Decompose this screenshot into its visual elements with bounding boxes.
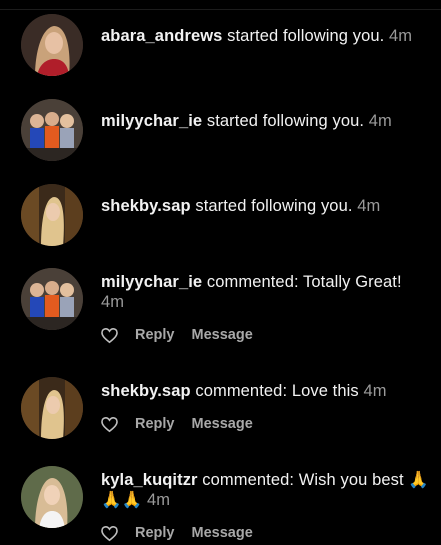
timestamp: 4m (363, 382, 387, 400)
notification-message: started following you. (227, 27, 385, 45)
reply-button[interactable]: Reply (135, 525, 175, 541)
comment-actions: Reply Message (100, 414, 270, 434)
avatar[interactable] (21, 184, 83, 246)
username-link[interactable]: shekby.sap (101, 197, 191, 215)
heart-icon[interactable] (100, 524, 119, 543)
top-divider (0, 9, 441, 10)
username-link[interactable]: milyychar_ie (101, 273, 202, 291)
username-link[interactable]: kyla_kuqitzr (101, 471, 198, 489)
username-link[interactable]: shekby.sap (101, 382, 191, 400)
avatar[interactable] (21, 99, 83, 161)
notification-message: started following you. (206, 112, 365, 130)
timestamp: 4m (389, 27, 413, 45)
comment-actions: Reply Message (100, 523, 270, 543)
timestamp: 4m (146, 491, 171, 509)
username-link[interactable]: milyychar_ie (101, 112, 202, 130)
notification-text: milyychar_ie started following you. 4m (101, 111, 429, 131)
notification-message: commented: Totally Great! (206, 273, 402, 291)
avatar[interactable] (21, 377, 83, 439)
reply-button[interactable]: Reply (135, 416, 175, 432)
message-button[interactable]: Message (192, 525, 253, 541)
notification-message: started following you. (195, 197, 353, 215)
notification-message: commented: Love this (195, 382, 359, 400)
heart-icon[interactable] (100, 415, 119, 434)
message-button[interactable]: Message (192, 416, 253, 432)
notification-text: shekby.sap started following you. 4m (101, 196, 429, 216)
avatar[interactable] (21, 268, 83, 330)
heart-icon[interactable] (100, 326, 119, 345)
reply-button[interactable]: Reply (135, 327, 175, 343)
avatar[interactable] (21, 14, 83, 76)
timestamp: 4m (368, 112, 392, 130)
timestamp: 4m (101, 293, 125, 311)
avatar[interactable] (21, 466, 83, 528)
comment-actions: Reply Message (100, 325, 270, 345)
username-link[interactable]: abara_andrews (101, 27, 222, 45)
message-button[interactable]: Message (192, 327, 253, 343)
notification-text: kyla_kuqitzr commented: Wish you best 🙏🙏… (101, 470, 429, 510)
notification-text: shekby.sap commented: Love this 4m (101, 381, 429, 401)
notification-text: milyychar_ie commented: Totally Great! 4… (101, 272, 429, 312)
timestamp: 4m (357, 197, 381, 215)
notification-text: abara_andrews started following you. 4m (101, 26, 429, 46)
